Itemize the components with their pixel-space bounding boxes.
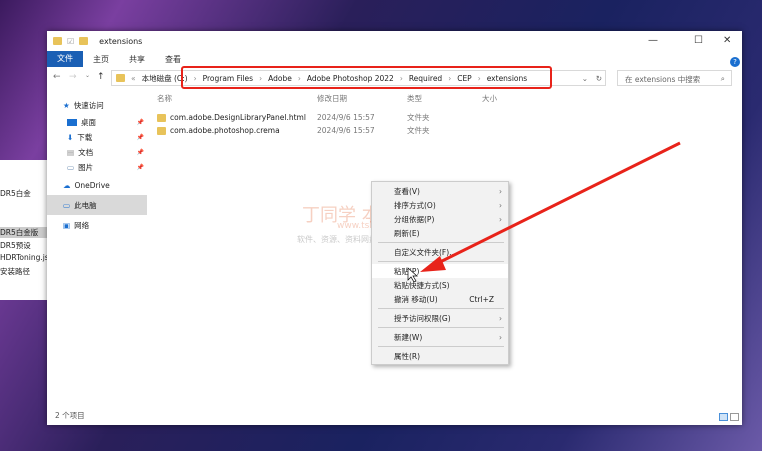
red-arrow-annotation	[407, 141, 681, 283]
arrow-shaft	[431, 141, 681, 268]
arrow-head	[420, 256, 446, 272]
mouse-cursor-icon	[407, 267, 418, 283]
